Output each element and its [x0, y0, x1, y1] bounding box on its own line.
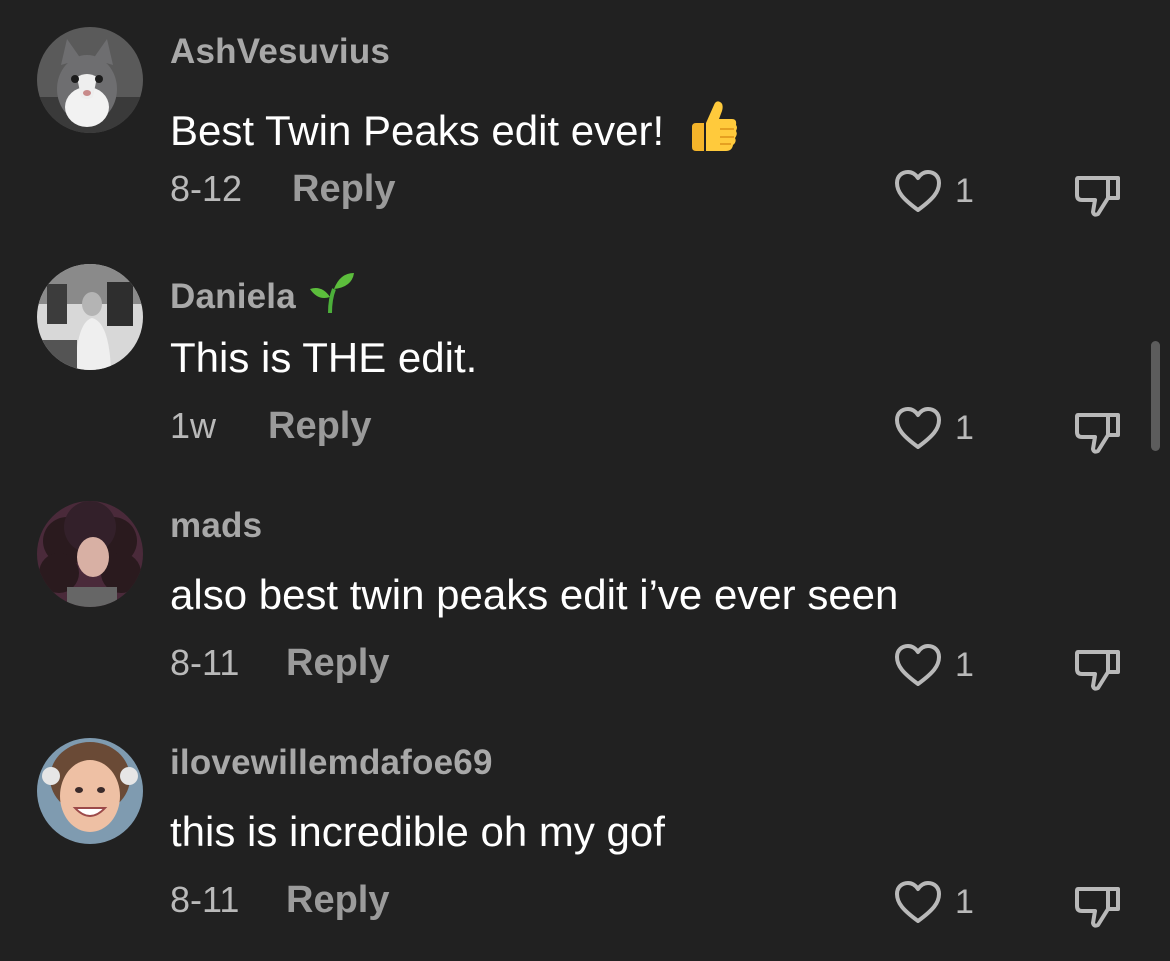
comment-text-content: This is THE edit.: [170, 334, 478, 381]
reply-button[interactable]: Reply: [292, 168, 395, 211]
comment-item: mads also best twin peaks edit i’ve ever…: [0, 474, 1170, 711]
username-text: ilovewillemdafoe69: [170, 743, 493, 782]
comment-date: 8-11: [170, 879, 240, 920]
like-button[interactable]: 1: [893, 879, 983, 925]
heart-icon: [895, 881, 941, 923]
curly-hair-avatar-icon: [37, 501, 143, 607]
comment-date: 1w: [170, 405, 217, 446]
username[interactable]: mads: [170, 506, 262, 546]
comment-item: AshVesuvius Best Twin Peaks edit ever! 8…: [0, 0, 1170, 237]
username-text: AshVesuvius: [170, 32, 391, 71]
heart-icon: [895, 170, 941, 212]
username[interactable]: AshVesuvius: [170, 32, 390, 72]
seedling-icon: [308, 269, 356, 324]
scrollbar[interactable]: [1151, 341, 1160, 451]
comment-date: 8-11: [170, 642, 240, 683]
avatar[interactable]: [37, 27, 143, 133]
thumbs-down-icon: [1075, 413, 1120, 454]
avatar[interactable]: [37, 738, 143, 844]
reply-button[interactable]: Reply: [286, 879, 389, 922]
avatar[interactable]: [37, 501, 143, 607]
like-count: 1: [955, 645, 974, 684]
like-button[interactable]: 1: [893, 168, 983, 214]
username[interactable]: Daniela: [170, 269, 356, 324]
comment-text: also best twin peaks edit i’ve ever seen: [170, 571, 898, 619]
heart-icon: [895, 644, 941, 686]
username[interactable]: ilovewillemdafoe69: [170, 743, 493, 783]
photo-avatar-bw-icon: [37, 264, 143, 370]
like-count: 1: [955, 882, 974, 921]
dislike-button[interactable]: [1072, 642, 1124, 694]
heart-icon: [895, 407, 941, 449]
like-button[interactable]: 1: [893, 642, 983, 688]
like-button[interactable]: 1: [893, 405, 983, 451]
comment-text-content: also best twin peaks edit i’ve ever seen: [170, 571, 899, 618]
comment-text-content: Best Twin Peaks edit ever!: [170, 107, 665, 154]
thumbs-down-icon: [1075, 887, 1120, 928]
reply-button[interactable]: Reply: [268, 405, 371, 448]
avatar[interactable]: [37, 264, 143, 370]
comment-text-content: this is incredible oh my gof: [170, 808, 665, 855]
thumbs-down-icon: [1075, 176, 1120, 217]
username-text: Daniela: [170, 276, 296, 316]
thumbs-up-icon: [682, 97, 740, 165]
thumbs-down-icon: [1075, 650, 1120, 691]
username-text: mads: [170, 506, 263, 545]
comment-date: 8-12: [170, 168, 243, 209]
like-count: 1: [955, 171, 974, 210]
reply-button[interactable]: Reply: [286, 642, 389, 685]
dislike-button[interactable]: [1072, 879, 1124, 931]
comment-text: this is incredible oh my gof: [170, 808, 665, 856]
comment-text: Best Twin Peaks edit ever!: [170, 97, 740, 165]
smiling-face-avatar-icon: [37, 738, 143, 844]
comment-text: This is THE edit.: [170, 334, 477, 382]
cat-avatar-icon: [37, 27, 143, 133]
comment-item: ilovewillemdafoe69 this is incredible oh…: [0, 711, 1170, 948]
like-count: 1: [955, 408, 974, 447]
dislike-button[interactable]: [1072, 405, 1124, 457]
comment-item: Daniela This is THE edit. 1w Reply 1: [0, 237, 1170, 474]
dislike-button[interactable]: [1072, 168, 1124, 220]
